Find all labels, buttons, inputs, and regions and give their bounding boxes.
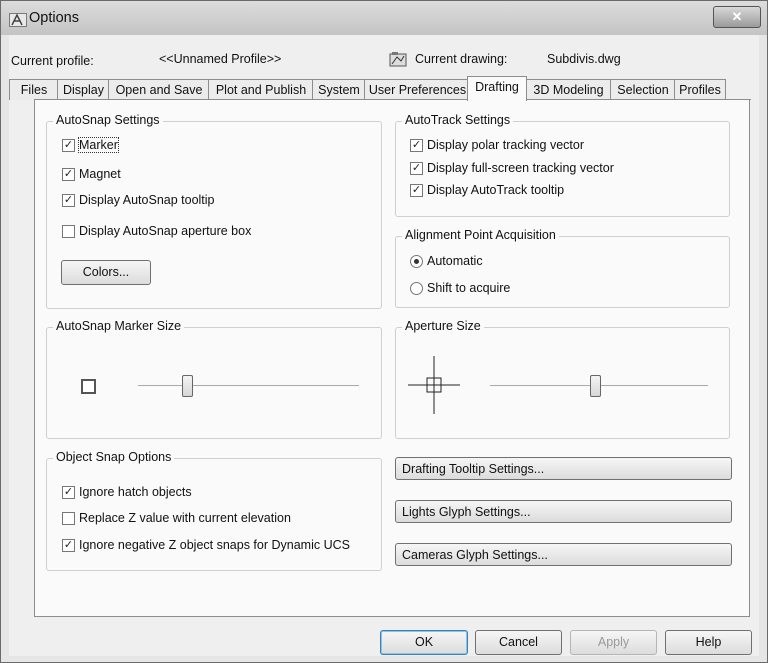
title-bar[interactable]: Options ✕ xyxy=(1,1,767,35)
ignore-negative-z-label[interactable]: Ignore negative Z object snaps for Dynam… xyxy=(79,538,350,552)
magnet-label[interactable]: Magnet xyxy=(79,167,121,181)
aperture-box-checkbox[interactable] xyxy=(62,225,75,238)
colors-button[interactable]: Colors... xyxy=(61,260,151,285)
shift-to-acquire-radio[interactable] xyxy=(410,282,423,295)
drafting-tooltip-settings-button[interactable]: Drafting Tooltip Settings... xyxy=(395,457,732,480)
current-profile-value: <<Unnamed Profile>> xyxy=(159,52,282,66)
alignment-acquisition-group: Alignment Point Acquisition xyxy=(395,228,730,308)
alignment-acquisition-title: Alignment Point Acquisition xyxy=(402,228,559,242)
close-button[interactable]: ✕ xyxy=(713,6,761,28)
ok-button[interactable]: OK xyxy=(380,630,468,655)
tab-selection[interactable]: Selection xyxy=(610,79,676,100)
current-profile-label: Current profile: xyxy=(11,54,94,68)
autosnap-tooltip-label[interactable]: Display AutoSnap tooltip xyxy=(79,193,215,207)
tab-profiles[interactable]: Profiles xyxy=(674,79,726,100)
autotrack-tooltip-label[interactable]: Display AutoTrack tooltip xyxy=(427,183,564,197)
fullscreen-tracking-checkbox[interactable]: ✓ xyxy=(410,162,423,175)
marker-checkbox[interactable]: ✓ xyxy=(62,139,75,152)
marker-size-preview xyxy=(81,379,96,394)
tab-display[interactable]: Display xyxy=(57,79,110,100)
replace-z-checkbox[interactable] xyxy=(62,512,75,525)
object-snap-options-title: Object Snap Options xyxy=(53,450,175,464)
aperture-size-title: Aperture Size xyxy=(402,319,484,333)
polar-tracking-label[interactable]: Display polar tracking vector xyxy=(427,138,584,152)
polar-tracking-checkbox[interactable]: ✓ xyxy=(410,139,423,152)
apply-button[interactable]: Apply xyxy=(570,630,657,655)
fullscreen-tracking-label[interactable]: Display full-screen tracking vector xyxy=(427,161,614,175)
ignore-hatch-checkbox[interactable]: ✓ xyxy=(62,486,75,499)
window-title: Options xyxy=(29,10,79,26)
autocad-app-icon xyxy=(9,13,27,27)
marker-size-slider-track[interactable] xyxy=(138,385,359,389)
tab-open-and-save[interactable]: Open and Save xyxy=(108,79,210,100)
tab-system[interactable]: System xyxy=(312,79,366,100)
ignore-negative-z-checkbox[interactable]: ✓ xyxy=(62,539,75,552)
tab-files[interactable]: Files xyxy=(9,79,59,100)
lights-glyph-settings-button[interactable]: Lights Glyph Settings... xyxy=(395,500,732,523)
help-button[interactable]: Help xyxy=(665,630,752,655)
marker-size-slider-thumb[interactable] xyxy=(182,375,193,397)
autosnap-settings-title: AutoSnap Settings xyxy=(53,113,163,127)
marker-size-group: AutoSnap Marker Size xyxy=(46,319,382,439)
cancel-button[interactable]: Cancel xyxy=(475,630,562,655)
aperture-crosshair-preview xyxy=(408,356,460,414)
aperture-size-slider-thumb[interactable] xyxy=(590,375,601,397)
replace-z-label[interactable]: Replace Z value with current elevation xyxy=(79,511,291,525)
autotrack-settings-title: AutoTrack Settings xyxy=(402,113,514,127)
ignore-hatch-label[interactable]: Ignore hatch objects xyxy=(79,485,192,499)
shift-to-acquire-label[interactable]: Shift to acquire xyxy=(427,281,510,295)
magnet-checkbox[interactable]: ✓ xyxy=(62,168,75,181)
current-drawing-label: Current drawing: xyxy=(415,52,508,66)
cameras-glyph-settings-button[interactable]: Cameras Glyph Settings... xyxy=(395,543,732,566)
automatic-label[interactable]: Automatic xyxy=(427,254,483,268)
tab-user-preferences[interactable]: User Preferences xyxy=(364,79,471,100)
autotrack-tooltip-checkbox[interactable]: ✓ xyxy=(410,184,423,197)
tab-drafting[interactable]: Drafting xyxy=(467,76,527,101)
marker-size-title: AutoSnap Marker Size xyxy=(53,319,185,333)
marker-label[interactable]: Marker xyxy=(78,137,119,153)
automatic-radio[interactable] xyxy=(410,255,423,268)
aperture-box-label[interactable]: Display AutoSnap aperture box xyxy=(79,224,251,238)
drawing-icon xyxy=(389,52,407,67)
options-dialog: Options ✕ Current profile: <<Unnamed Pro… xyxy=(0,0,768,663)
tab-plot-and-publish[interactable]: Plot and Publish xyxy=(208,79,314,100)
current-drawing-value: Subdivis.dwg xyxy=(547,52,621,66)
tab-3d-modeling[interactable]: 3D Modeling xyxy=(525,79,612,100)
autosnap-tooltip-checkbox[interactable]: ✓ xyxy=(62,194,75,207)
